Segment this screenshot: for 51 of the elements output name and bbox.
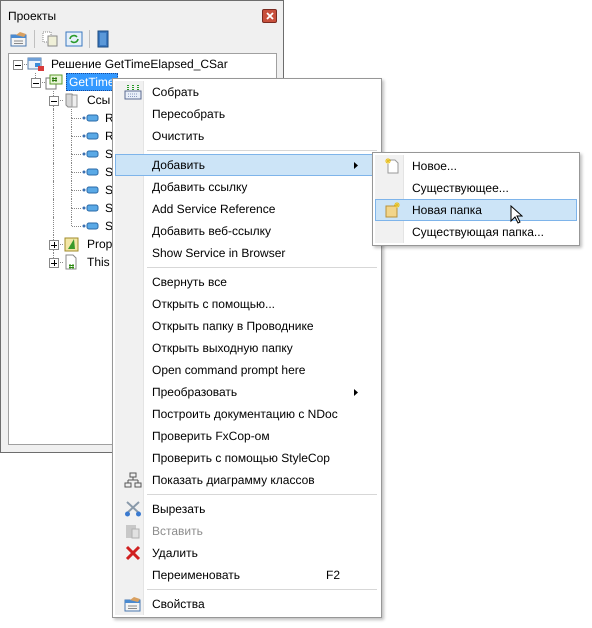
- menu-item[interactable]: Открыть папку в Проводнике: [115, 315, 379, 337]
- expand-toggle[interactable]: [49, 258, 59, 268]
- tree-item[interactable]: Решение GetTimeElapsed_CSar: [48, 55, 231, 73]
- menu-item[interactable]: Собрать: [115, 81, 379, 103]
- tree-item[interactable]: This: [84, 253, 113, 271]
- menu-item[interactable]: Проверить FxCop-ом: [115, 425, 379, 447]
- paste-icon: [124, 523, 142, 539]
- tree-item[interactable]: S: [102, 217, 116, 235]
- menu-item[interactable]: Свернуть все: [115, 271, 379, 293]
- menu-item[interactable]: Новая папка: [375, 199, 577, 221]
- menu-item[interactable]: Проверить с помощью StyleCop: [115, 447, 379, 469]
- tree-item[interactable]: Prop: [84, 235, 116, 253]
- class-diagram-icon: [124, 472, 142, 488]
- menu-item[interactable]: Show Service in Browser: [115, 242, 379, 264]
- menu-item[interactable]: Открыть выходную папку: [115, 337, 379, 359]
- properties-window-icon: [124, 596, 142, 612]
- close-icon: [266, 12, 274, 20]
- close-button[interactable]: [262, 9, 277, 23]
- menu-item[interactable]: Пересобрать: [115, 103, 379, 125]
- scissors-icon: [124, 501, 142, 517]
- csharp-project-icon: [45, 74, 63, 90]
- menu-item[interactable]: Переименовать F2: [115, 564, 379, 586]
- new-file-icon: [384, 158, 402, 174]
- new-folder-icon: [384, 202, 402, 218]
- tree-item[interactable]: S: [102, 163, 116, 181]
- panel-title: Проекты: [8, 8, 56, 23]
- tree-item[interactable]: S: [102, 181, 116, 199]
- menu-item[interactable]: Существующее...: [375, 177, 577, 199]
- tree-item[interactable]: S: [102, 199, 116, 217]
- menu-item[interactable]: Показать диаграмму классов: [115, 469, 379, 491]
- expand-toggle[interactable]: [49, 240, 59, 250]
- menu-item[interactable]: Построить документацию с NDoc: [115, 403, 379, 425]
- collapse-toggle[interactable]: [13, 60, 23, 70]
- delete-icon: [124, 545, 142, 561]
- menu-item[interactable]: Очистить: [115, 125, 379, 147]
- tree-item[interactable]: Ссы: [84, 91, 114, 109]
- menu-item[interactable]: Открыть с помощью...: [115, 293, 379, 315]
- solution-icon: [27, 56, 45, 72]
- menu-item[interactable]: Существующая папка...: [375, 221, 577, 243]
- tree-item[interactable]: S: [102, 145, 116, 163]
- menu-item[interactable]: Преобразовать: [115, 381, 379, 403]
- menu-item[interactable]: Удалить: [115, 542, 379, 564]
- menu-item[interactable]: Вырезать: [115, 498, 379, 520]
- collapse-toggle[interactable]: [49, 96, 59, 106]
- refresh-button[interactable]: [63, 30, 85, 48]
- mouse-cursor-icon: [510, 205, 523, 224]
- menu-item[interactable]: Open command prompt here: [115, 359, 379, 381]
- collapse-toggle[interactable]: [31, 78, 41, 88]
- build-icon: [124, 84, 142, 100]
- menu-item[interactable]: Свойства: [115, 593, 379, 615]
- properties-icon: [63, 236, 81, 252]
